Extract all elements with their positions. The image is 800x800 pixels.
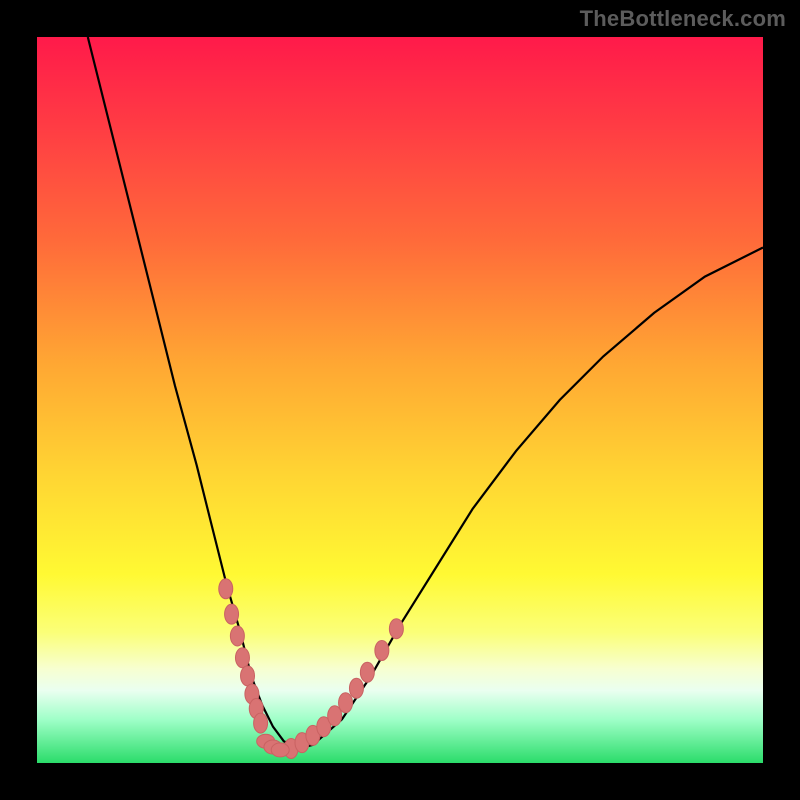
data-point [339, 693, 353, 713]
data-point [257, 734, 275, 748]
chart-svg [37, 37, 763, 763]
data-point [254, 713, 268, 733]
right-branch-dots [284, 619, 403, 759]
data-point [225, 604, 239, 624]
chart-plot-area [37, 37, 763, 763]
data-point [264, 740, 282, 754]
data-point [235, 648, 249, 668]
data-point [306, 725, 320, 745]
data-point [328, 706, 342, 726]
data-point [249, 699, 263, 719]
data-point [317, 717, 331, 737]
chart-frame: TheBottleneck.com [0, 0, 800, 800]
data-point [241, 666, 255, 686]
data-point [375, 640, 389, 660]
data-point [284, 738, 298, 758]
data-point [295, 733, 309, 753]
data-point [245, 684, 259, 704]
data-point [219, 579, 233, 599]
watermark-label: TheBottleneck.com [580, 6, 786, 32]
valley-dots [257, 734, 290, 757]
left-branch-dots [219, 579, 268, 733]
data-point [389, 619, 403, 639]
data-point [271, 743, 289, 757]
data-point [230, 626, 244, 646]
data-point [360, 662, 374, 682]
data-point [349, 678, 363, 698]
bottleneck-curve [88, 37, 763, 749]
